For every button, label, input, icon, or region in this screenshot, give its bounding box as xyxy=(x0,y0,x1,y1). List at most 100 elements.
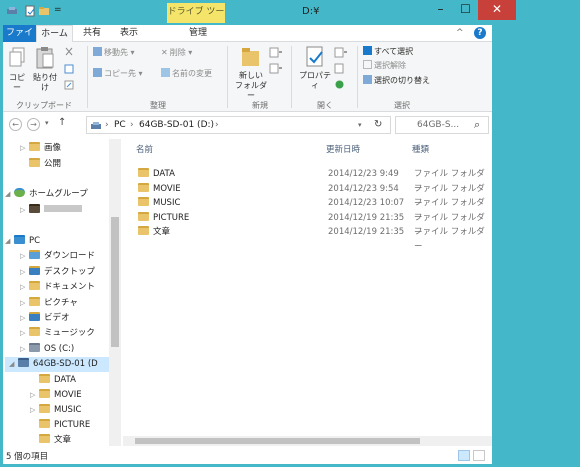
file-date: 2014/12/23 9:54 xyxy=(328,184,399,194)
search-icon[interactable]: ⌕ xyxy=(474,118,480,132)
tree-item-homegroup-user[interactable]: ▷ xyxy=(20,203,82,218)
expand-icon[interactable]: ◢ xyxy=(5,187,14,202)
expand-icon[interactable]: ▷ xyxy=(20,249,29,264)
tree-item-sd-drive[interactable]: ◢ 64GB-SD-01 (D xyxy=(5,357,109,372)
address-history-icon[interactable]: ▾ xyxy=(358,121,362,129)
new-folder-button[interactable]: 新しい フォルダー xyxy=(233,45,269,101)
table-row[interactable]: MOVIE 2014/12/23 9:54 ファイル フォルダー xyxy=(133,182,488,209)
paste-shortcut-icon[interactable] xyxy=(64,80,74,90)
delete-button[interactable]: ✕ 削除 ▾ xyxy=(161,47,192,59)
close-button[interactable]: ✕ xyxy=(478,0,516,20)
folder-icon xyxy=(39,419,50,428)
expand-icon[interactable]: ◢ xyxy=(9,357,18,372)
breadcrumb-separator[interactable]: › xyxy=(130,120,134,130)
help-icon[interactable]: ? xyxy=(474,27,486,39)
tree-item-videos[interactable]: ▷ ビデオ xyxy=(20,311,70,326)
tree-item-picture[interactable]: PICTURE xyxy=(30,418,90,433)
tab-view[interactable]: 表示 xyxy=(109,25,149,42)
invert-selection-button[interactable]: 選択の切り替え xyxy=(363,75,430,87)
expand-icon[interactable]: ▷ xyxy=(20,296,29,311)
table-row[interactable]: 文章 2014/12/19 21:35 ファイル フォルダー xyxy=(133,225,488,252)
expand-icon[interactable]: ▷ xyxy=(30,388,39,403)
expand-icon[interactable]: ▷ xyxy=(20,342,29,357)
select-none-button[interactable]: 選択解除 xyxy=(363,60,406,72)
new-item-icon[interactable] xyxy=(269,47,283,58)
drive-icon[interactable] xyxy=(6,5,18,17)
expand-icon[interactable]: ▷ xyxy=(20,326,29,341)
copy-to-button[interactable]: コピー先 ▾ xyxy=(93,68,143,80)
tree-item-documents[interactable]: ▷ ドキュメント xyxy=(20,280,95,295)
navigation-pane-scrollbar[interactable] xyxy=(109,139,121,446)
maximize-button[interactable]: ☐ xyxy=(453,0,478,20)
column-header-name[interactable]: 名前 xyxy=(136,143,153,155)
open-icon[interactable] xyxy=(334,47,348,58)
tree-item-desktop[interactable]: ▷ デスクトップ xyxy=(20,265,95,280)
expand-icon[interactable]: ▷ xyxy=(20,141,29,156)
up-button[interactable]: ↑ xyxy=(58,117,66,128)
tree-item-downloads[interactable]: ▷ ダウンロード xyxy=(20,249,95,264)
customize-quick-access-icon[interactable]: = xyxy=(54,5,66,17)
search-box[interactable]: 64GB-S... ⌕ xyxy=(395,116,489,134)
horizontal-scrollbar[interactable] xyxy=(123,436,492,446)
easy-access-icon[interactable] xyxy=(269,63,283,74)
expand-icon[interactable]: ▷ xyxy=(20,311,29,326)
tree-item-music-folder[interactable]: ▷ MUSIC xyxy=(30,403,81,418)
tree-item-pictures-lib[interactable]: ▷ 画像 xyxy=(20,141,61,156)
collapse-ribbon-icon[interactable]: ^ xyxy=(456,28,464,38)
column-header-type[interactable]: 種類 xyxy=(412,143,429,155)
clipboard-group-label: クリップボード xyxy=(16,101,72,110)
table-row[interactable]: PICTURE 2014/12/19 21:35 ファイル フォルダー xyxy=(133,211,488,238)
breadcrumb-drive[interactable]: 64GB-SD-01 (D:) xyxy=(139,120,214,130)
copy-path-icon[interactable] xyxy=(64,64,74,74)
tree-item-os-c[interactable]: ▷ OS (C:) xyxy=(20,342,74,357)
refresh-button[interactable]: ↻ xyxy=(374,119,382,130)
rename-button[interactable]: 名前の変更 xyxy=(161,68,212,80)
history-icon[interactable] xyxy=(334,79,345,90)
search-input[interactable]: 64GB-S... xyxy=(417,120,459,130)
expand-icon[interactable]: ▷ xyxy=(20,265,29,280)
properties-icon[interactable] xyxy=(24,5,36,17)
details-view-button[interactable] xyxy=(458,450,470,461)
copy-button[interactable]: コピー xyxy=(7,45,27,93)
tree-item-homegroup[interactable]: ◢ ホームグループ xyxy=(5,187,88,202)
select-all-button[interactable]: すべて選択 xyxy=(363,46,413,58)
tree-item-data[interactable]: DATA xyxy=(30,373,76,388)
breadcrumb-separator[interactable]: › xyxy=(105,120,109,130)
cut-icon[interactable] xyxy=(64,47,74,57)
edit-icon[interactable] xyxy=(334,63,345,74)
large-icons-view-button[interactable] xyxy=(473,450,485,461)
tab-share[interactable]: 共有 xyxy=(75,25,109,42)
column-header-date[interactable]: 更新日時 xyxy=(326,143,360,155)
tree-item-bunsho[interactable]: 文章 xyxy=(30,433,71,446)
tree-item-pictures[interactable]: ▷ ピクチャ xyxy=(20,296,78,311)
tab-home[interactable]: ホーム xyxy=(36,25,73,43)
table-row[interactable]: DATA 2014/12/23 9:49 ファイル フォルダー xyxy=(133,167,488,194)
tree-item-public[interactable]: 公開 xyxy=(20,157,61,172)
expand-icon[interactable]: ▷ xyxy=(30,403,39,418)
tree-item-pc[interactable]: ◢ PC xyxy=(5,234,40,249)
tab-file[interactable]: ファイル xyxy=(3,25,36,55)
move-to-button[interactable]: 移動先 ▾ xyxy=(93,47,135,59)
table-row[interactable]: MUSIC 2014/12/23 10:07 ファイル フォルダー xyxy=(133,196,488,223)
expand-icon[interactable]: ◢ xyxy=(5,234,14,249)
new-folder-icon[interactable] xyxy=(38,5,50,17)
tree-item-music[interactable]: ▷ ミュージック xyxy=(20,326,95,341)
paste-button[interactable]: 貼り付け xyxy=(30,45,60,93)
minimize-button[interactable]: – xyxy=(428,0,453,20)
tab-manage[interactable]: 管理 xyxy=(168,25,228,42)
scrollbar-thumb[interactable] xyxy=(135,438,420,444)
breadcrumb-separator[interactable]: › xyxy=(215,120,219,130)
breadcrumb-pc[interactable]: PC xyxy=(114,120,126,130)
expand-icon[interactable]: ▷ xyxy=(20,203,29,218)
drive-tools-context-tab[interactable]: ドライブ ツール xyxy=(167,3,225,36)
tree-label: MOVIE xyxy=(54,390,82,400)
forward-button[interactable]: → xyxy=(27,118,40,131)
title-bar[interactable]: = ドライブ ツール D:¥ – ☐ ✕ xyxy=(0,0,516,36)
tree-item-movie[interactable]: ▷ MOVIE xyxy=(30,388,82,403)
expand-icon[interactable]: ▷ xyxy=(20,280,29,295)
recent-locations-icon[interactable]: ▾ xyxy=(45,119,49,127)
address-bar[interactable]: › PC › 64GB-SD-01 (D:) › ▾ ↻ xyxy=(86,116,391,134)
back-button[interactable]: ← xyxy=(9,118,22,131)
properties-button[interactable]: プロパティ xyxy=(297,45,333,91)
scrollbar-thumb[interactable] xyxy=(111,217,119,347)
